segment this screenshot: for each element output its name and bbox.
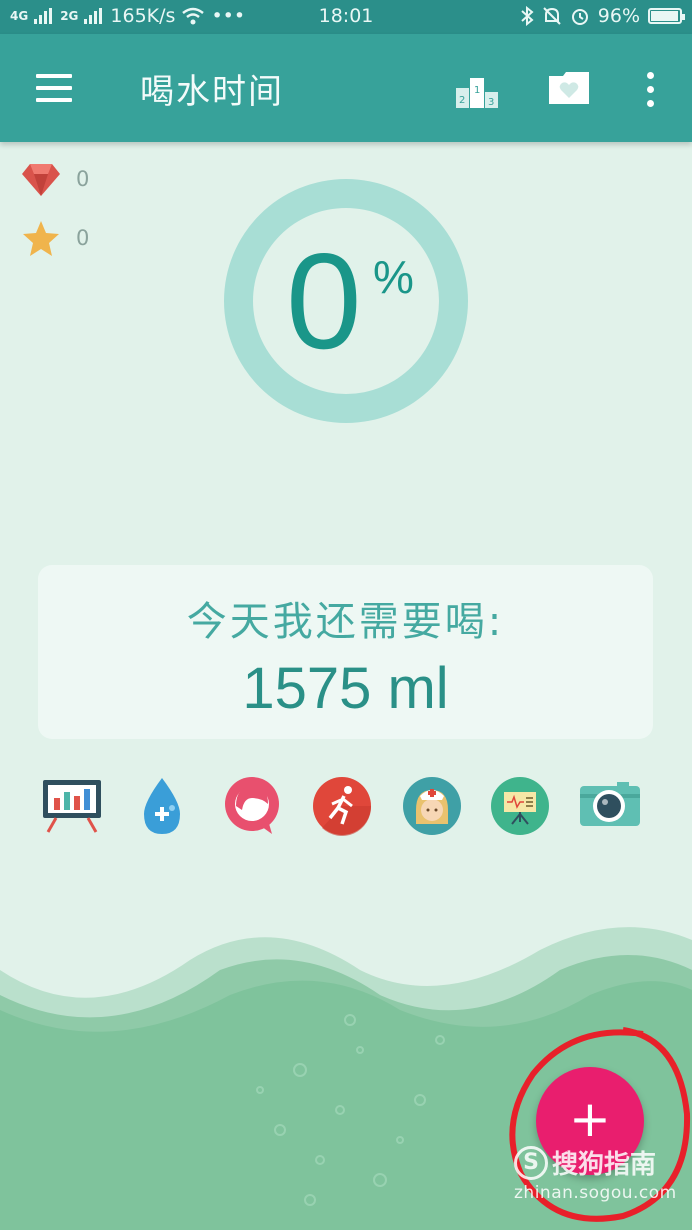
presentation-icon[interactable] [490,776,550,836]
ruby-gem-icon [22,164,60,196]
profile-head-icon[interactable] [222,776,282,836]
status-bar: 4G 2G 165K/s ••• 18:01 96% [0,0,692,34]
star-counter: 0 [22,219,89,257]
water-drop-plus-icon[interactable] [132,776,192,836]
bluetooth-icon [521,6,534,26]
app-bar: 喝水时间 2 1 3 [0,34,692,142]
svg-text:2: 2 [459,95,465,106]
gem-counter: 0 [22,162,89,196]
gem-count: 0 [76,167,90,191]
remaining-amount: 1575 ml [242,656,449,721]
runner-icon[interactable] [312,776,372,836]
more-vert-icon[interactable] [644,72,656,108]
battery-icon [648,8,685,24]
muted-bell-icon [543,7,561,25]
alarm-icon [571,9,588,25]
remaining-label: 今天我还需要喝: [186,599,505,645]
clock: 18:01 [318,5,374,27]
folder-heart-icon[interactable] [549,70,589,106]
chart-board-icon[interactable] [42,776,102,836]
battery-percent: 96% [597,5,640,27]
remaining-card: 今天我还需要喝: 1575 ml [38,565,653,739]
star-icon [23,221,59,256]
sogou-logo-icon: S [514,1145,548,1180]
svg-text:3: 3 [488,97,494,108]
page-title: 喝水时间 [140,72,284,112]
progress-value: 0 [286,225,362,377]
star-count: 0 [76,226,90,250]
watermark: S 搜狗指南 zhinan.sogou.com [514,1144,677,1203]
progress-unit: % [373,251,414,303]
menu-icon[interactable] [36,74,72,102]
svg-text:1: 1 [474,85,480,96]
nurse-icon[interactable] [402,776,462,836]
camera-icon[interactable] [579,776,641,836]
watermark-url: zhinan.sogou.com [514,1183,677,1203]
watermark-brand: 搜狗指南 [552,1150,657,1180]
podium-icon[interactable]: 2 1 3 [456,74,498,108]
